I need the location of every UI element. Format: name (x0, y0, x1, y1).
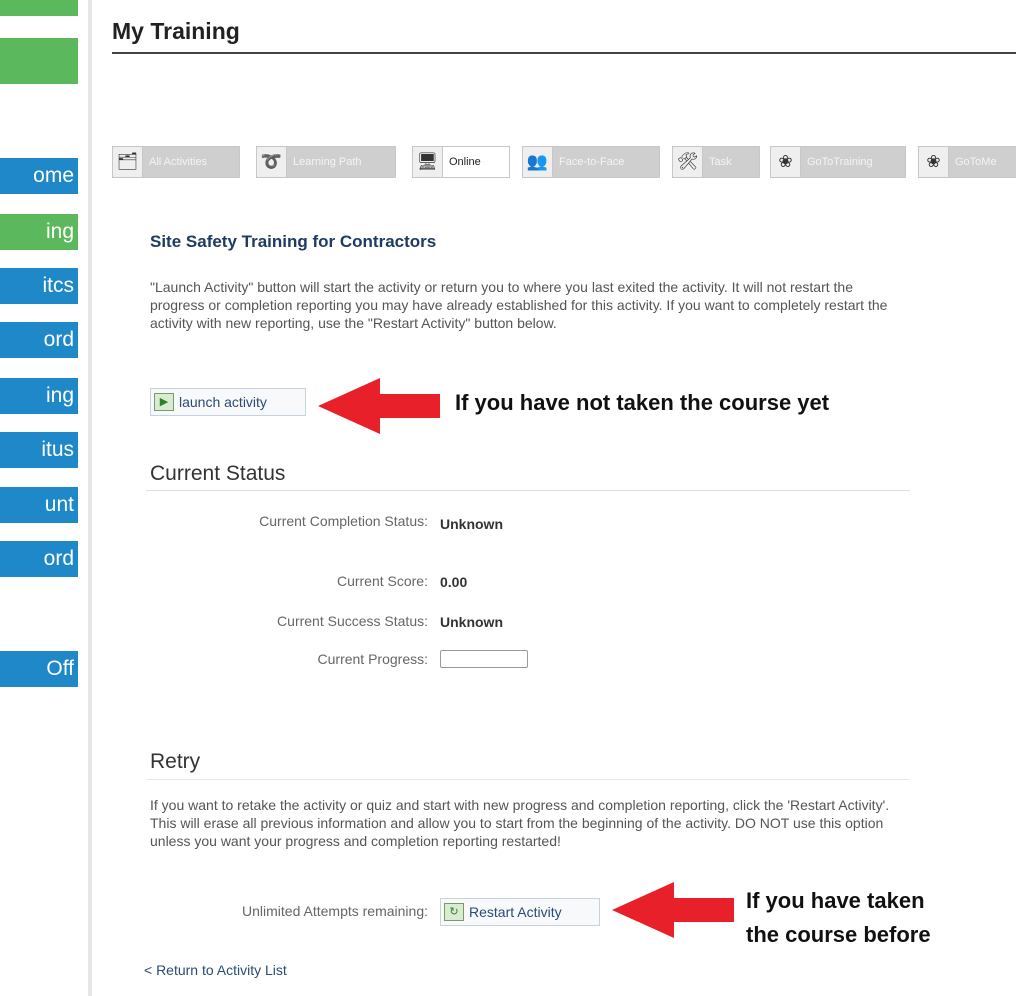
restart-activity-label: Restart Activity (469, 904, 562, 920)
sidebar-item-logoff[interactable]: Off (0, 651, 78, 687)
sidebar-item-status[interactable]: itus (0, 432, 78, 468)
restart-activity-button[interactable]: ↻ Restart Activity (440, 898, 600, 926)
sidebar-item-record[interactable]: ord (0, 322, 78, 358)
page-title: My Training (112, 18, 240, 44)
red-arrow-restart (612, 882, 734, 938)
tab-online[interactable]: 🖥 Online (412, 146, 510, 178)
arrow-shape (318, 378, 440, 434)
tab-all-activities[interactable]: 🗂 All Activities (112, 146, 240, 178)
sidebar-item-training-2[interactable]: ing (0, 378, 78, 414)
sidebar-divider (88, 0, 92, 996)
tab-learning-path[interactable]: ➰ Learning Path (256, 146, 396, 178)
arrow-shape (612, 882, 734, 938)
tab-gototraining[interactable]: ❀ GoToTraining (770, 146, 906, 178)
title-divider (112, 52, 1016, 54)
score-label: Current Score: (336, 573, 428, 589)
return-to-activity-list-link[interactable]: < Return to Activity List (144, 962, 287, 978)
attempts-label: Unlimited Attempts remaining: (242, 903, 428, 919)
tab-label: Online (449, 156, 481, 168)
red-arrow-launch (318, 378, 440, 434)
flower-icon: ❀ (919, 147, 949, 177)
tab-label: Learning Path (293, 156, 362, 168)
restart-icon: ↻ (444, 903, 464, 921)
retry-divider (146, 779, 910, 780)
left-sidebar: ome ing itcs ord ing itus unt ord Off (0, 0, 92, 996)
annotation-launch: If you have not taken the course yet (455, 390, 830, 415)
annotation-restart-line1: If you have taken (746, 888, 925, 913)
status-divider (146, 490, 910, 491)
sidebar-item-account[interactable]: unt (0, 487, 78, 523)
score-value: 0.00 (440, 574, 468, 590)
tab-label: Task (709, 156, 732, 168)
sidebar-item-password[interactable]: ord (0, 541, 78, 577)
progress-bar (440, 650, 528, 668)
flower-icon: ❀ (771, 147, 801, 177)
launch-description: "Launch Activity" button will start the … (150, 279, 888, 331)
tab-label: All Activities (149, 156, 208, 168)
monitor-icon: 🖥 (413, 147, 443, 177)
launch-icon: ▶ (154, 393, 174, 411)
success-status-value: Unknown (440, 614, 503, 630)
annotation-restart-line2: the course before (746, 922, 931, 947)
tab-label: Face-to-Face (559, 156, 625, 168)
progress-label: Current Progress: (317, 651, 428, 667)
sidebar-logo-block (0, 38, 78, 84)
sidebar-item-statistics[interactable]: itcs (0, 268, 78, 304)
sidebar-item-home[interactable]: ome (0, 158, 78, 194)
activity-tabs: 🗂 All Activities ➰ Learning Path 🖥 Onlin… (112, 146, 1016, 180)
tools-icon: 🛠 (673, 147, 703, 177)
course-title: Site Safety Training for Contractors (150, 232, 437, 251)
completion-status-label: Current Completion Status: (259, 513, 428, 529)
retry-heading: Retry (150, 750, 201, 773)
tab-face-to-face[interactable]: 👥 Face-to-Face (522, 146, 660, 178)
sidebar-item-training[interactable]: ing (0, 214, 78, 250)
launch-activity-button[interactable]: ▶ launch activity (150, 388, 306, 416)
success-status-label: Current Success Status: (277, 613, 428, 629)
annotation-restart: If you have taken the course before (746, 884, 931, 952)
folder-icon: 🗂 (113, 147, 143, 177)
sidebar-header-strip (0, 0, 78, 16)
tab-task[interactable]: 🛠 Task (672, 146, 760, 178)
tab-label: GoToTraining (807, 156, 873, 168)
completion-status-value: Unknown (440, 516, 503, 532)
tab-gotomeeting[interactable]: ❀ GoToMe (918, 146, 1016, 178)
path-icon: ➰ (257, 147, 287, 177)
tab-label: GoToMe (955, 156, 997, 168)
people-icon: 👥 (523, 147, 553, 177)
launch-activity-label: launch activity (179, 394, 267, 410)
current-status-heading: Current Status (150, 462, 286, 485)
retry-description: If you want to retake the activity or qu… (150, 797, 890, 849)
